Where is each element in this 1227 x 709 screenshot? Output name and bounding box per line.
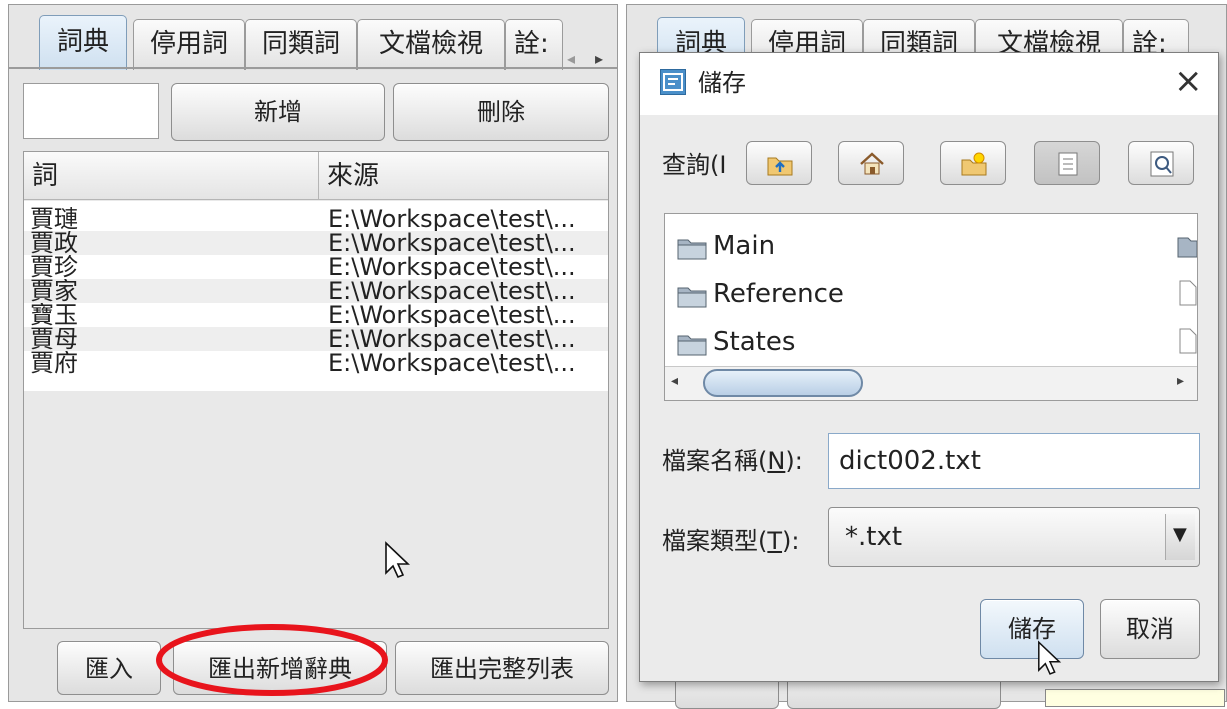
source-cell: E:\Workspace\test\... — [328, 351, 576, 375]
scrollbar-thumb[interactable] — [703, 369, 863, 397]
file-icon — [1179, 280, 1197, 306]
save-button[interactable]: 儲存 — [980, 599, 1084, 659]
import-button[interactable]: 匯入 — [57, 641, 161, 695]
column-header-word[interactable]: 詞 — [24, 152, 318, 200]
details-view-button[interactable] — [1128, 141, 1194, 185]
file-name: Reference — [713, 279, 844, 309]
dialog-titlebar: 儲存 × — [640, 53, 1218, 115]
table-body: 賈璉 E:\Workspace\test\... 賈政 E:\Workspace\t… — [24, 201, 608, 391]
source-cell: E:\Workspace\test\... — [328, 207, 576, 231]
tab-strip: 詞典 停用詞 同類詞 文檔檢視 詮: ◂ ▸ — [9, 5, 617, 70]
dialog-title: 儲存 — [698, 69, 746, 97]
delete-button[interactable]: 刪除 — [393, 83, 609, 141]
table-row[interactable]: 賈家 E:\Workspace\test\... — [24, 279, 608, 303]
up-folder-icon — [767, 157, 793, 176]
folder-icon — [1177, 237, 1197, 258]
scroll-right-arrow-icon[interactable]: ▸ — [1177, 373, 1184, 389]
save-dialog: 儲存 × 查詢(I Main Reference States ◂ ▸ 檔案名稱… — [639, 52, 1219, 682]
tab-document-view[interactable]: 文檔檢視 — [357, 19, 505, 70]
table-row[interactable]: 賈府 E:\Workspace\test\... — [24, 351, 608, 375]
tab-dictionary[interactable]: 詞典 — [39, 15, 127, 70]
table-row[interactable]: 賈母 E:\Workspace\test\... — [24, 327, 608, 351]
filename-label-mnemonic: N — [767, 447, 786, 475]
close-icon[interactable]: × — [1174, 63, 1203, 99]
details-view-icon — [1150, 151, 1174, 177]
tab-stopwords[interactable]: 停用詞 — [133, 19, 245, 70]
scroll-left-arrow-icon[interactable]: ◂ — [671, 373, 678, 389]
filename-label-prefix: 檔案名稱( — [662, 447, 768, 475]
filename-label: 檔案名稱(N): — [662, 445, 803, 477]
chevron-down-icon: ▼ — [1173, 524, 1187, 545]
word-cell: 賈政 — [30, 231, 78, 255]
export-full-list-button[interactable]: 匯出完整列表 — [395, 641, 609, 695]
tab-divider — [9, 67, 617, 69]
filetype-label-prefix: 檔案類型( — [662, 527, 768, 555]
word-cell: 寶玉 — [30, 303, 78, 327]
source-cell: E:\Workspace\test\... — [328, 231, 576, 255]
tab-synonyms[interactable]: 同類詞 — [245, 19, 357, 70]
filetype-label-suffix: ): — [782, 527, 800, 555]
list-item[interactable]: Reference — [677, 278, 844, 310]
mouse-cursor-icon — [383, 541, 413, 588]
list-item[interactable]: States — [677, 326, 795, 358]
filetype-select[interactable]: *.txt ▼ — [828, 507, 1200, 567]
new-folder-button[interactable] — [940, 141, 1006, 185]
app-icon — [660, 69, 686, 95]
file-list[interactable]: Main Reference States ◂ ▸ — [664, 213, 1198, 401]
tab-scroll-left-icon[interactable]: ◂ — [567, 49, 575, 68]
file-icon — [1179, 328, 1197, 354]
folder-icon — [677, 236, 707, 259]
column-header-source[interactable]: 來源 — [318, 152, 608, 200]
filetype-value: *.txt — [845, 522, 903, 552]
word-cell: 賈珍 — [30, 255, 78, 279]
filename-field[interactable]: dict002.txt — [828, 433, 1200, 489]
table-header: 詞 來源 — [24, 152, 608, 200]
word-table[interactable]: 詞 來源 賈璉 E:\Workspace\test\... 賈政 E:\Worksp… — [23, 151, 609, 629]
word-cell: 賈母 — [30, 327, 78, 351]
look-in-label: 查詢(I — [662, 151, 727, 179]
folder-icon — [677, 332, 707, 355]
table-row[interactable]: 寶玉 E:\Workspace\test\... — [24, 303, 608, 327]
new-folder-icon — [961, 152, 987, 176]
tooltip — [1045, 689, 1225, 707]
word-input[interactable] — [23, 83, 159, 139]
source-cell: E:\Workspace\test\... — [328, 279, 576, 303]
file-name: Main — [713, 231, 776, 261]
home-icon — [860, 152, 884, 175]
source-cell: E:\Workspace\test\... — [328, 327, 576, 351]
mouse-cursor-icon — [1036, 639, 1064, 686]
tab-annotation[interactable]: 詮: — [505, 19, 563, 70]
source-cell: E:\Workspace\test\... — [328, 303, 576, 327]
word-cell: 賈璉 — [30, 207, 78, 231]
horizontal-scrollbar[interactable]: ◂ ▸ — [665, 366, 1197, 400]
filetype-label-mnemonic: T — [767, 527, 783, 555]
up-folder-button[interactable] — [746, 141, 812, 185]
table-row[interactable]: 賈政 E:\Workspace\test\... — [24, 231, 608, 255]
cancel-button[interactable]: 取消 — [1100, 599, 1200, 659]
list-item[interactable]: Main — [677, 230, 775, 262]
word-cell: 賈府 — [30, 351, 78, 375]
dictionary-panel: 詞典 停用詞 同類詞 文檔檢視 詮: ◂ ▸ 新增 刪除 詞 來源 賈璉 E:\W… — [8, 4, 618, 702]
file-name: States — [713, 327, 796, 357]
home-button[interactable] — [838, 141, 904, 185]
source-cell: E:\Workspace\test\... — [328, 255, 576, 279]
filename-label-suffix: ): — [785, 447, 803, 475]
table-row[interactable]: 賈珍 E:\Workspace\test\... — [24, 255, 608, 279]
highlight-ellipse — [154, 622, 390, 698]
table-row[interactable]: 賈璉 E:\Workspace\test\... — [24, 207, 608, 231]
add-button[interactable]: 新增 — [171, 83, 385, 141]
filetype-label: 檔案類型(T): — [662, 525, 800, 557]
dropdown-button[interactable]: ▼ — [1165, 514, 1195, 560]
tab-scroll-right-icon[interactable]: ▸ — [595, 49, 603, 68]
word-cell: 賈家 — [30, 279, 78, 303]
folder-icon — [677, 284, 707, 307]
list-view-icon — [1058, 152, 1078, 176]
list-view-button[interactable] — [1034, 141, 1100, 185]
